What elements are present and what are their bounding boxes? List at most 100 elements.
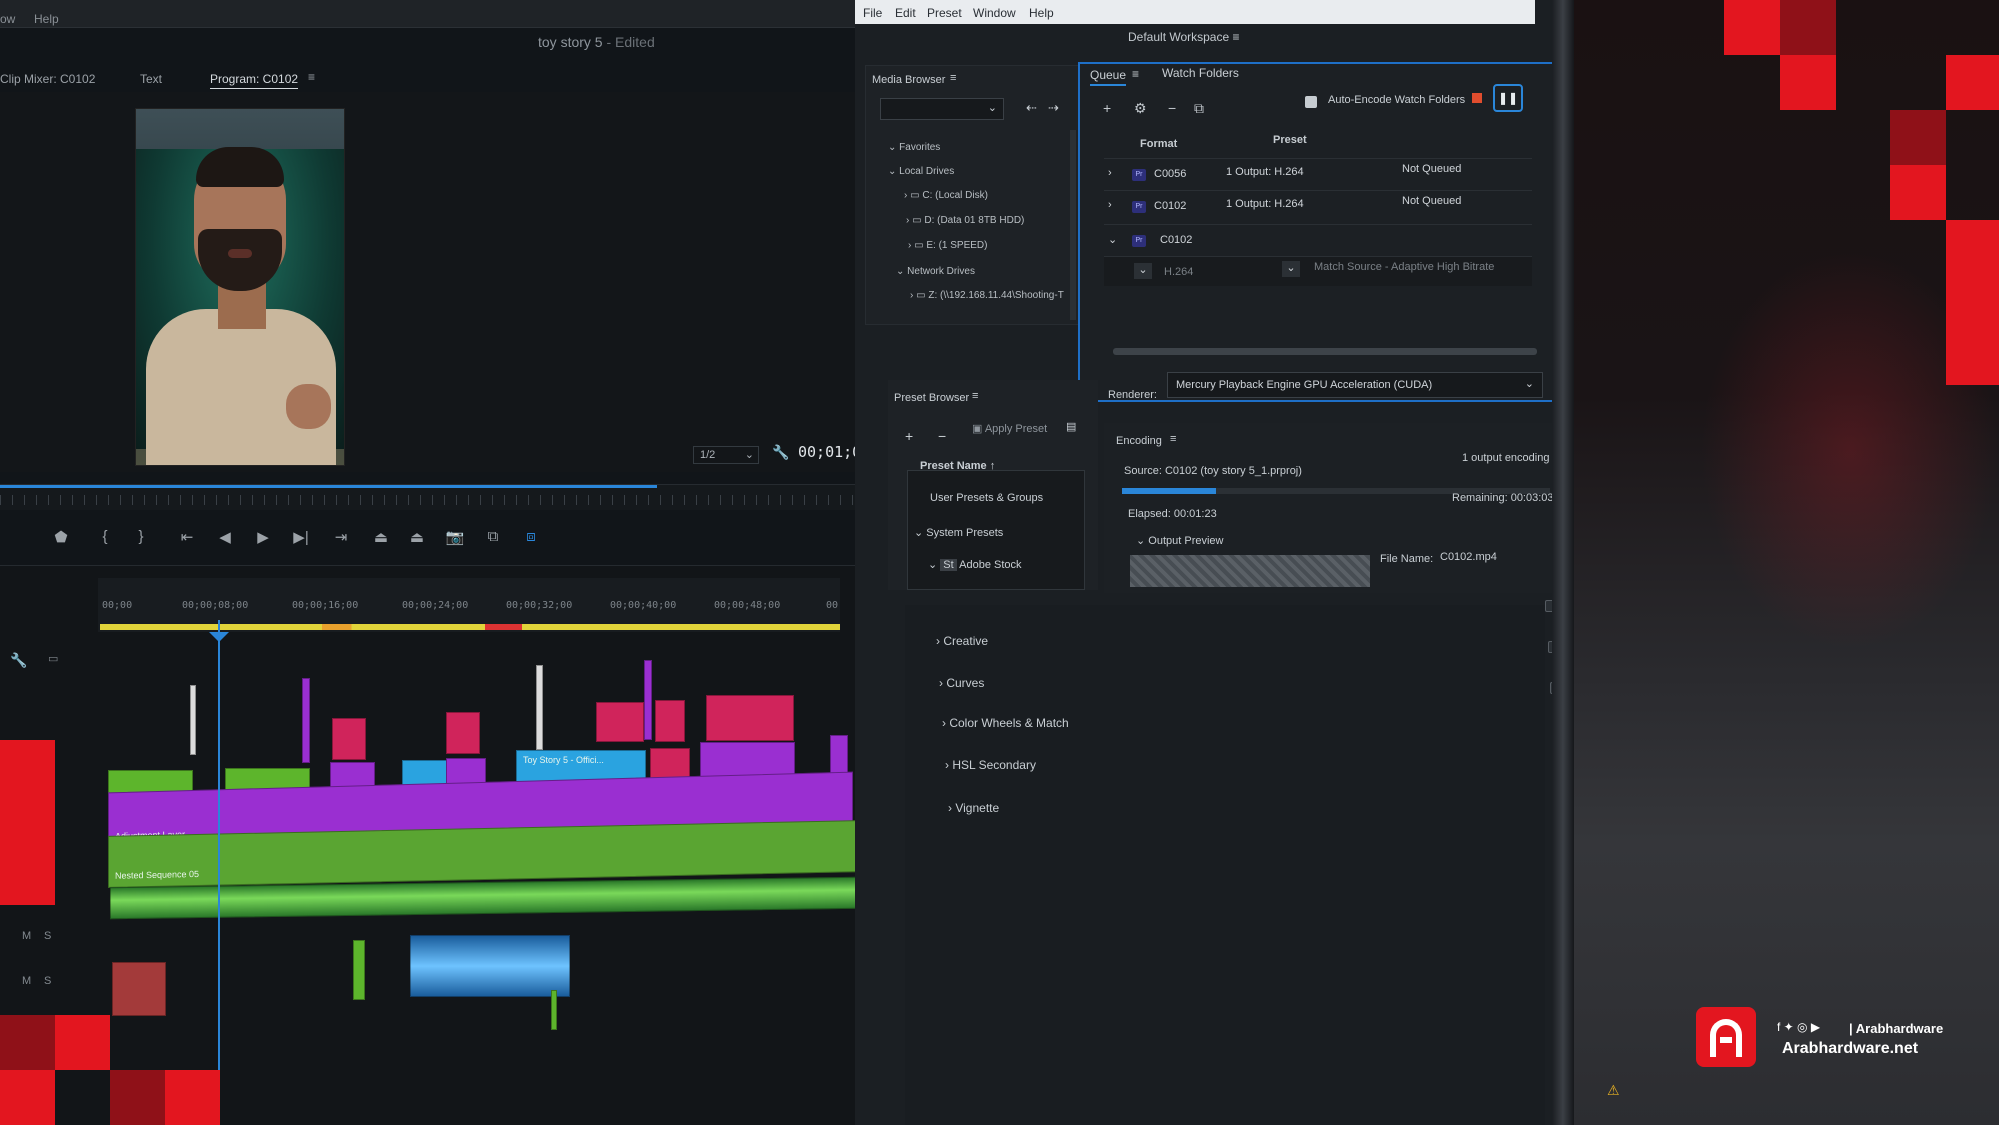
- tree-item-drive-c[interactable]: › ▭ C: (Local Disk): [904, 190, 988, 201]
- solo-button[interactable]: S: [44, 930, 51, 942]
- lift-icon[interactable]: ⏏: [370, 528, 392, 546]
- queue-row[interactable]: › Pr C0056 1 Output: H.264 Not Queued: [1104, 158, 1532, 188]
- apply-preset-button[interactable]: ▣ Apply Preset: [972, 422, 1047, 435]
- menu-help[interactable]: Help: [1029, 6, 1054, 20]
- preset-item[interactable]: ⌄ St Adobe Stock: [928, 558, 1022, 571]
- music-clip[interactable]: [410, 935, 570, 997]
- effect-row-hsl-secondary[interactable]: › HSL Secondary: [945, 758, 1036, 772]
- forward-arrow-icon[interactable]: ⇢: [1048, 100, 1059, 116]
- menu-preset[interactable]: Preset: [927, 6, 962, 20]
- duplicate-icon[interactable]: ⧉: [1194, 100, 1204, 117]
- panel-menu-icon[interactable]: ≡: [1170, 433, 1176, 445]
- mute-button[interactable]: M: [22, 930, 31, 942]
- chevron-down-icon[interactable]: ⌄: [1108, 233, 1117, 246]
- add-source-icon[interactable]: +: [1103, 100, 1111, 116]
- chevron-down-icon[interactable]: ⌄: [1134, 263, 1152, 279]
- menu-window[interactable]: Window: [973, 6, 1016, 20]
- output-format[interactable]: H.264: [1164, 266, 1193, 278]
- wrench-icon[interactable]: 🔧: [772, 444, 789, 461]
- timeline-clip[interactable]: [332, 718, 366, 760]
- audio-clip[interactable]: [112, 962, 166, 1016]
- tab-text[interactable]: Text: [140, 72, 162, 86]
- timeline-clip[interactable]: [190, 685, 196, 755]
- caption-icon[interactable]: ▭: [48, 652, 58, 665]
- tab-clip-mixer[interactable]: Clip Mixer: C0102: [0, 72, 95, 86]
- preset-item[interactable]: User Presets & Groups: [930, 492, 1043, 504]
- output-preview-toggle[interactable]: ⌄ Output Preview: [1136, 534, 1223, 547]
- timeline-clip[interactable]: [596, 702, 644, 742]
- tree-item-drive-z[interactable]: › ▭ Z: (\\192.168.11.44\Shooting-T: [910, 290, 1064, 301]
- tree-item-drive-e[interactable]: › ▭ E: (1 SPEED): [908, 240, 987, 251]
- timeline-clip[interactable]: [655, 700, 685, 742]
- panel-menu-icon[interactable]: ≡: [950, 72, 956, 84]
- add-preset-icon[interactable]: +: [905, 428, 913, 444]
- chevron-right-icon[interactable]: ›: [1108, 199, 1112, 211]
- tree-item-network-drives[interactable]: ⌄ Network Drives: [896, 266, 975, 277]
- step-forward-icon[interactable]: ▶|: [290, 528, 312, 546]
- tree-item-favorites[interactable]: ⌄ Favorites: [888, 142, 940, 153]
- menu-edit[interactable]: Edit: [895, 6, 916, 20]
- queue-output-row[interactable]: ⌄ H.264 ⌄ Match Source - Adaptive High B…: [1104, 256, 1532, 286]
- preset-item[interactable]: ⌄ System Presets: [914, 526, 1003, 539]
- stop-queue-button[interactable]: [1472, 93, 1482, 103]
- timeline-clip[interactable]: [536, 665, 543, 750]
- media-browser-location-select[interactable]: ⌄: [880, 98, 1004, 120]
- effect-row-vignette[interactable]: › Vignette: [948, 801, 999, 815]
- renderer-select[interactable]: Mercury Playback Engine GPU Acceleration…: [1167, 372, 1543, 398]
- mark-in-icon[interactable]: {: [94, 528, 116, 545]
- playhead[interactable]: [218, 620, 220, 1125]
- audio-clip[interactable]: [353, 940, 365, 1000]
- program-scrub-bar[interactable]: [0, 484, 865, 510]
- panel-menu-icon[interactable]: ≡: [1132, 67, 1139, 81]
- resolution-select[interactable]: 1/2 ⌄: [693, 446, 759, 464]
- proxy-toggle-icon[interactable]: ⧈: [520, 528, 542, 545]
- mark-out-icon[interactable]: }: [130, 528, 152, 545]
- column-preset[interactable]: Preset: [1273, 134, 1307, 146]
- media-browser-scrollbar[interactable]: [1070, 130, 1076, 320]
- queue-scrollbar[interactable]: [1113, 348, 1537, 355]
- step-back-icon[interactable]: ◀: [214, 528, 236, 546]
- menu-help[interactable]: Help: [34, 12, 59, 26]
- go-to-in-icon[interactable]: ⇤: [176, 528, 198, 546]
- timeline-clip[interactable]: [302, 678, 310, 763]
- column-format[interactable]: Format: [1140, 138, 1177, 150]
- effect-row-curves[interactable]: › Curves: [939, 676, 984, 690]
- effect-row-creative[interactable]: › Creative: [936, 634, 988, 648]
- timeline-clip[interactable]: [830, 735, 848, 775]
- extract-icon[interactable]: ⏏: [406, 528, 428, 546]
- auto-encode-checkbox[interactable]: [1305, 96, 1317, 108]
- back-arrow-icon[interactable]: ⇠: [1026, 100, 1037, 116]
- new-group-icon[interactable]: ▤: [1066, 420, 1076, 433]
- tab-queue[interactable]: Queue: [1090, 68, 1127, 86]
- queue-row[interactable]: › Pr C0102 1 Output: H.264 Not Queued: [1104, 190, 1532, 220]
- chevron-down-icon[interactable]: ⌄: [1282, 261, 1300, 277]
- pause-queue-button[interactable]: ❚❚: [1493, 84, 1523, 112]
- export-frame-icon[interactable]: 📷: [444, 528, 466, 546]
- workspace-selector[interactable]: Default Workspace ≡: [1128, 30, 1240, 44]
- add-marker-icon[interactable]: ⬟: [50, 528, 72, 546]
- output-preset[interactable]: Match Source - Adaptive High Bitrate: [1314, 261, 1494, 273]
- panel-menu-icon[interactable]: ≡: [972, 390, 978, 402]
- play-icon[interactable]: ▶: [252, 528, 274, 546]
- menu-window[interactable]: ow: [0, 12, 15, 26]
- tab-program[interactable]: Program: C0102: [210, 72, 299, 89]
- mute-button[interactable]: M: [22, 975, 31, 987]
- solo-button[interactable]: S: [44, 975, 51, 987]
- chevron-right-icon[interactable]: ›: [1108, 167, 1112, 179]
- timeline-clip[interactable]: [706, 695, 794, 741]
- settings-icon[interactable]: ⚙: [1134, 100, 1147, 117]
- tree-item-local-drives[interactable]: ⌄ Local Drives: [888, 166, 954, 177]
- tree-item-drive-d[interactable]: › ▭ D: (Data 01 8TB HDD): [906, 215, 1024, 226]
- timeline-clip[interactable]: [446, 712, 480, 754]
- wrench-icon-timeline[interactable]: 🔧: [10, 652, 27, 669]
- timeline-clip[interactable]: [644, 660, 652, 740]
- audio-clip[interactable]: [551, 990, 557, 1030]
- menu-file[interactable]: File: [863, 6, 882, 20]
- queue-row-active[interactable]: ⌄ Pr C0102: [1104, 224, 1532, 254]
- effect-row-color-wheels[interactable]: › Color Wheels & Match: [942, 716, 1069, 730]
- tab-watch-folders[interactable]: Watch Folders: [1162, 66, 1239, 80]
- panel-menu-icon[interactable]: ≡: [308, 70, 315, 84]
- go-to-out-icon[interactable]: ⇥: [330, 528, 352, 546]
- remove-preset-icon[interactable]: −: [938, 428, 946, 444]
- comparison-view-icon[interactable]: ⧉: [482, 528, 504, 545]
